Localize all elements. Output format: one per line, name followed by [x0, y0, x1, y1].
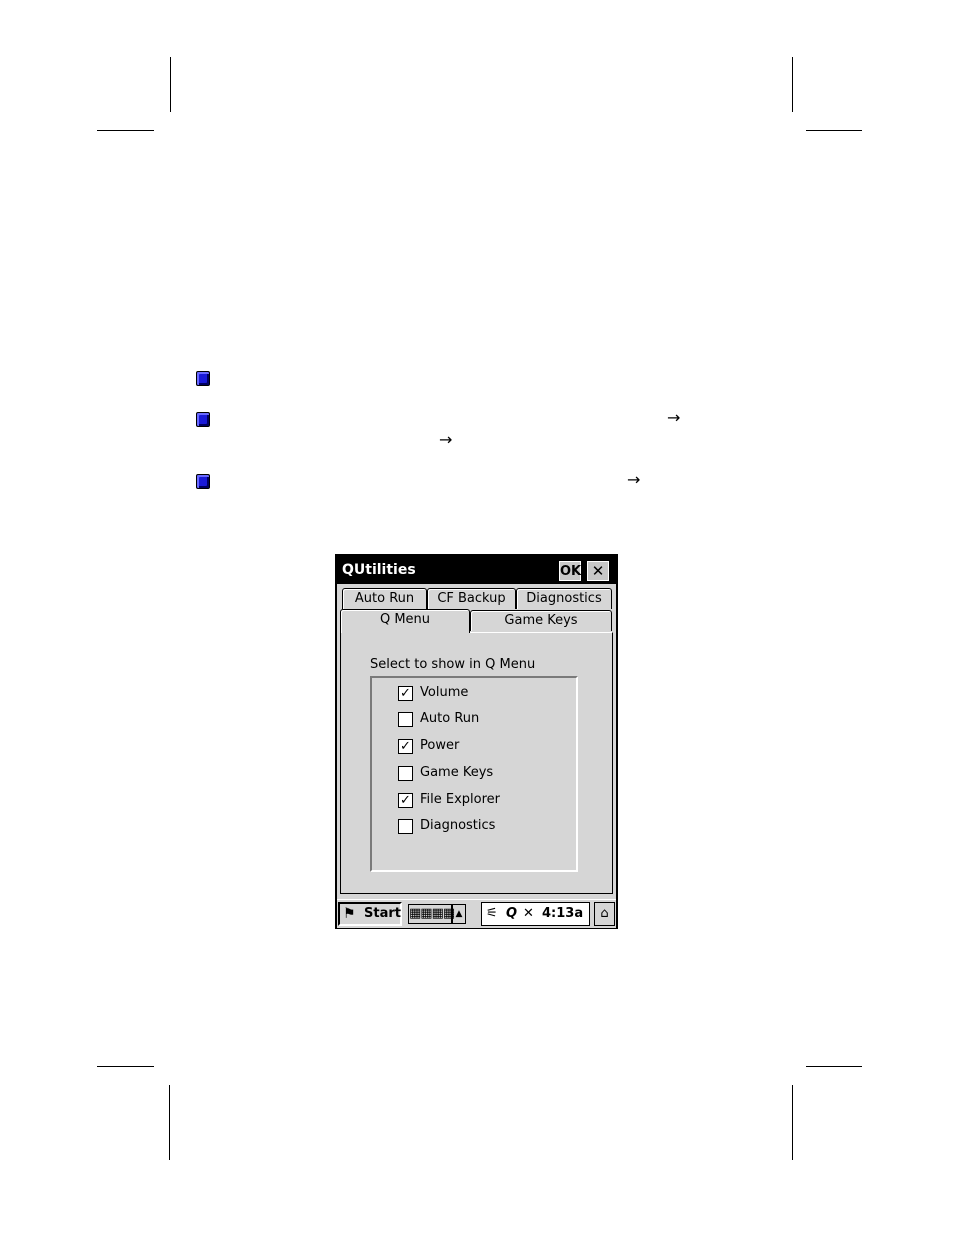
crop-mark-top-left-horizontal — [97, 130, 154, 131]
arrow-icon: → — [667, 408, 681, 427]
checkbox-label: Volume — [420, 685, 469, 700]
tab-game-keys[interactable]: Game Keys — [470, 610, 612, 631]
start-flag-icon: ⚑ — [343, 906, 356, 922]
tab-q-menu[interactable]: Q Menu — [340, 609, 470, 633]
tab-cf-backup[interactable]: CF Backup — [427, 588, 516, 609]
checkbox-box[interactable] — [398, 819, 413, 834]
crop-mark-bottom-right-vertical — [792, 1085, 793, 1160]
title-bar: QUtilities OK ✕ — [337, 556, 616, 584]
crop-mark-top-right-vertical — [792, 57, 793, 112]
volume-muted-icon[interactable]: ✕ — [523, 905, 534, 923]
desktop-icon[interactable]: ⌂ — [594, 902, 615, 926]
window-title: QUtilities — [342, 562, 416, 578]
bullet-icon — [196, 412, 210, 427]
checkbox-label: Power — [420, 738, 460, 753]
close-button[interactable]: ✕ — [587, 561, 609, 581]
taskbar: ⚑ Start ▦▦▦▦ ▲ ⚟ Q ✕ 4:13a ⌂ — [337, 899, 616, 928]
bullet-icon — [196, 474, 210, 489]
bullet-icon — [196, 371, 210, 386]
tab-auto-run[interactable]: Auto Run — [342, 588, 427, 609]
start-button[interactable]: ⚑ Start — [338, 902, 402, 926]
qutilities-screenshot: QUtilities OK ✕ Auto Run CF Backup Diagn… — [335, 554, 618, 929]
checkbox-label: Game Keys — [420, 765, 494, 780]
checkbox-label: File Explorer — [420, 792, 501, 807]
checkbox-box[interactable] — [398, 766, 413, 781]
checkbox-label: Auto Run — [420, 711, 480, 726]
panel-label: Select to show in Q Menu — [370, 657, 536, 672]
q-menu-icon[interactable]: Q — [506, 905, 517, 923]
keyboard-icon[interactable]: ▦▦▦▦ — [408, 904, 455, 924]
checkbox-box[interactable]: ✓ — [398, 686, 413, 701]
crop-mark-bottom-left-horizontal — [97, 1066, 154, 1067]
crop-mark-bottom-right-horizontal — [806, 1066, 862, 1067]
ok-button[interactable]: OK — [559, 561, 581, 581]
arrow-icon: → — [627, 470, 641, 489]
crop-mark-top-left-vertical — [170, 57, 171, 112]
tab-diagnostics[interactable]: Diagnostics — [516, 588, 612, 609]
checkbox-box[interactable] — [398, 712, 413, 727]
checkbox-box[interactable]: ✓ — [398, 739, 413, 754]
q-menu-list: ✓ Volume Auto Run ✓ Power Game Keys ✓ Fi… — [370, 676, 578, 872]
system-tray: ⚟ Q ✕ 4:13a — [481, 902, 590, 926]
input-menu-up-icon[interactable]: ▲ — [452, 904, 466, 924]
checkbox-box[interactable]: ✓ — [398, 793, 413, 808]
crop-mark-top-right-horizontal — [806, 130, 862, 131]
crop-mark-bottom-left-vertical — [169, 1085, 170, 1160]
checkbox-label: Diagnostics — [420, 818, 496, 833]
connection-icon[interactable]: ⚟ — [486, 905, 498, 923]
clock-time[interactable]: 4:13a — [542, 905, 583, 923]
arrow-icon: → — [439, 430, 453, 449]
start-label: Start — [364, 906, 401, 921]
